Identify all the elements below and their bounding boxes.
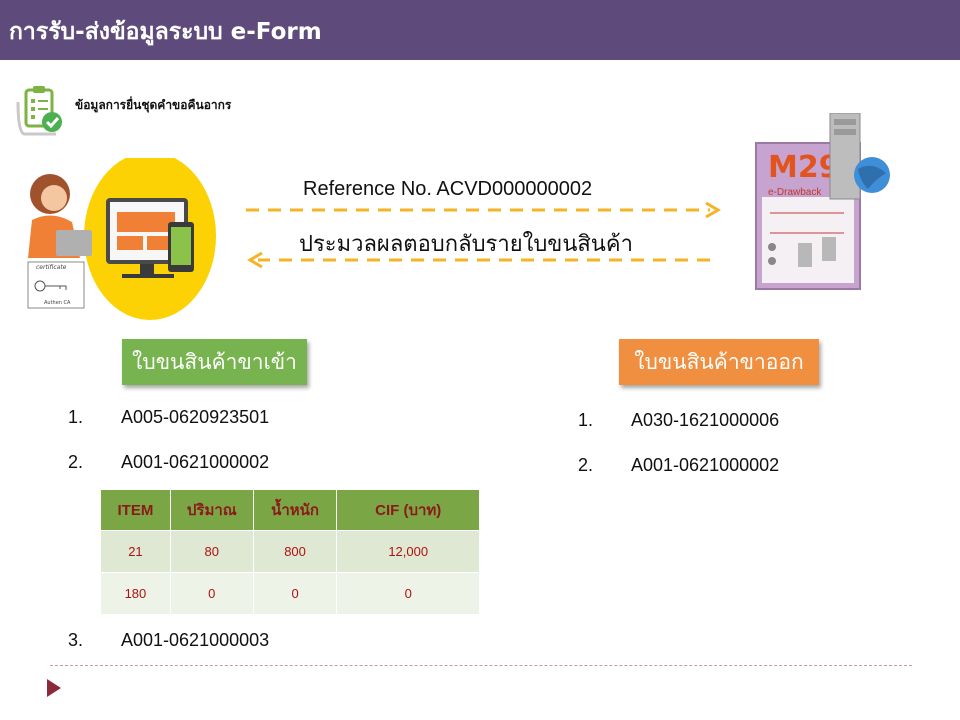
table-cell: 0 <box>169 572 254 615</box>
item-code: A030-1621000006 <box>631 410 780 430</box>
edrawback-label: e-Drawback <box>768 187 822 198</box>
item-code: A001-0621000002 <box>631 455 780 475</box>
col-header-item: ITEM <box>100 489 171 531</box>
item-number: 3. <box>68 630 84 650</box>
item-code: A001-0621000002 <box>121 452 270 472</box>
table-cell: 800 <box>252 530 338 573</box>
export-declaration-button[interactable]: ใบขนสินค้าขาออก <box>619 339 819 385</box>
import-declaration-button[interactable]: ใบขนสินค้าขาเข้า <box>122 339 307 385</box>
footer-divider <box>50 665 912 666</box>
certificate-label: certificate <box>36 264 67 271</box>
item-number: 1. <box>578 410 594 430</box>
document-check-icon <box>16 86 62 136</box>
table-cell: 21 <box>100 530 171 573</box>
item-number: 2. <box>578 455 594 475</box>
request-doc-label: ข้อมูลการยื่นชุดคำขอคืนอากร <box>75 98 232 112</box>
server-illustration: M29 e-Drawback <box>755 113 890 290</box>
item-number: 1. <box>68 407 84 427</box>
client-illustration: certificate Authen CA <box>27 158 216 320</box>
m29-logo: M29 <box>768 150 840 185</box>
col-header-weight: น้ำหนัก <box>252 489 338 531</box>
col-header-cif: CIF (บาท) <box>336 489 480 531</box>
item-table: ITEM ปริมาณ น้ำหนัก CIF (บาท) 21 80 800 … <box>100 489 480 615</box>
send-arrow-head <box>705 201 721 219</box>
item-number: 2. <box>68 452 84 472</box>
process-response-text: ประมวลผลตอบกลับรายใบขนสินค้า <box>299 232 633 257</box>
item-code: A005-0620923501 <box>121 407 270 427</box>
slide-arrow-icon <box>47 679 61 697</box>
table-row: 21 80 800 12,000 <box>100 530 480 573</box>
col-header-quantity: ปริมาณ <box>169 489 254 531</box>
table-cell: 12,000 <box>336 530 480 573</box>
table-header-row: ITEM ปริมาณ น้ำหนัก CIF (บาท) <box>100 489 480 531</box>
table-cell: 180 <box>100 572 171 615</box>
title-bar: การรับ-ส่งข้อมูลระบบ e-Form <box>0 0 960 60</box>
page-title: การรับ-ส่งข้อมูลระบบ e-Form <box>9 19 322 45</box>
table-cell: 0 <box>252 572 338 615</box>
item-code: A001-0621000003 <box>121 630 270 650</box>
table-row: 180 0 0 0 <box>100 572 480 615</box>
ca-label: Authen CA <box>44 300 71 306</box>
table-cell: 80 <box>169 530 254 573</box>
table-cell: 0 <box>336 572 480 615</box>
